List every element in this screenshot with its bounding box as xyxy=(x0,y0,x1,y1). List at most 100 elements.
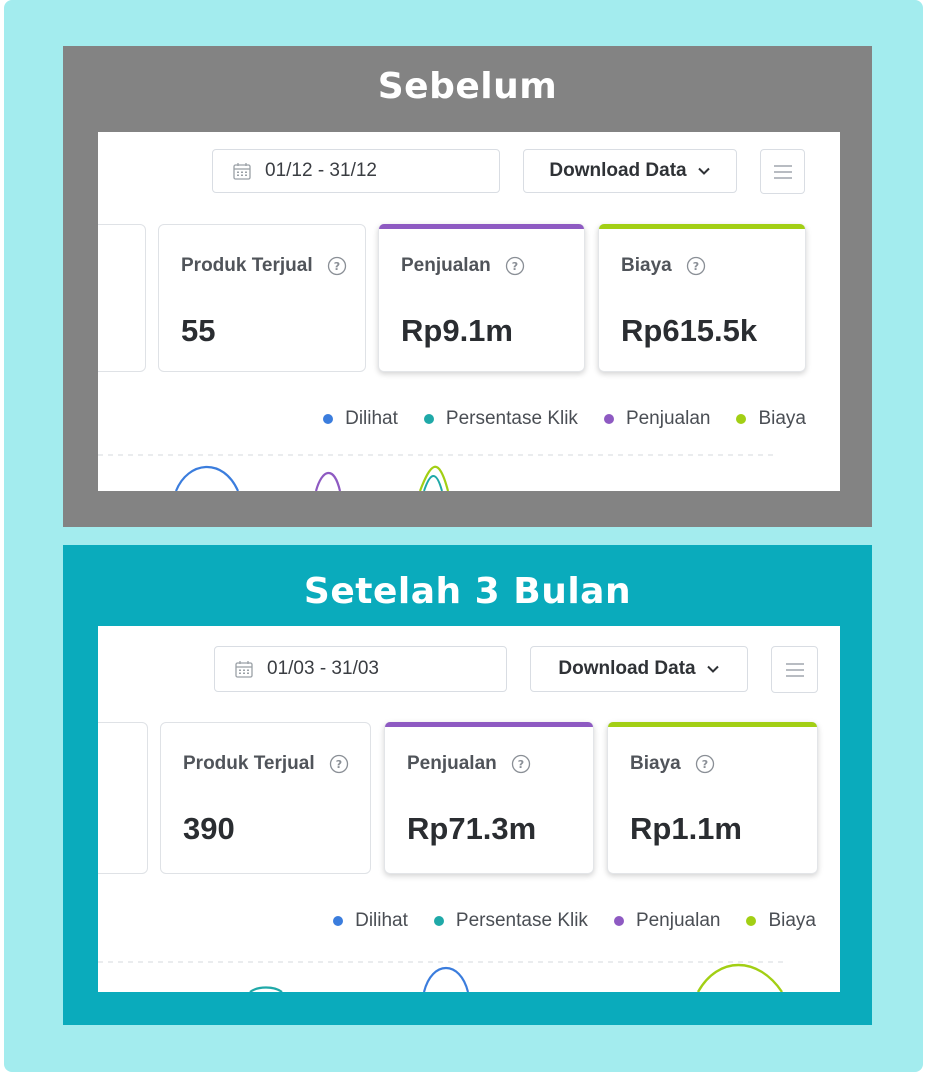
legend-label: Dilihat xyxy=(355,910,408,931)
dashboard-screenshot: 01/03 - 31/03 Download Data Produk Terju… xyxy=(98,626,840,992)
date-range-picker[interactable]: 01/03 - 31/03 xyxy=(214,646,507,692)
legend-dot xyxy=(603,414,614,424)
card-label: Biaya ? xyxy=(630,753,715,775)
help-circle-icon[interactable]: ? xyxy=(329,754,349,774)
metric-card-biaya[interactable]: Biaya ? Rp615.5k xyxy=(598,224,806,372)
download-data-button[interactable]: Download Data xyxy=(530,646,748,692)
legend-dot xyxy=(736,414,747,424)
panel-title: Sebelum xyxy=(377,66,558,107)
download-label: Download Data xyxy=(549,160,687,181)
card-accent-bar xyxy=(385,722,593,727)
card-label-text: Produk Terjual xyxy=(181,255,313,276)
svg-text:?: ? xyxy=(693,260,699,273)
card-label-text: Penjualan xyxy=(401,255,491,276)
card-label: Penjualan ? xyxy=(407,753,531,775)
panel-before: Sebelum 01/12 - 31/12 Download Data Prod… xyxy=(63,46,872,527)
background-frame: Sebelum 01/12 - 31/12 Download Data Prod… xyxy=(4,0,923,1072)
legend-label: Persentase Klik xyxy=(445,408,578,429)
help-circle-icon[interactable]: ? xyxy=(511,754,531,774)
card-value: 55 xyxy=(181,313,216,348)
menu-button[interactable] xyxy=(760,149,805,194)
metric-card-produk-terjual[interactable]: Produk Terjual ? 55 xyxy=(158,224,366,372)
card-value: 390 xyxy=(183,811,235,846)
legend-item-dilihat[interactable]: Dilihat xyxy=(333,910,408,932)
chart-preview xyxy=(98,961,788,992)
chart-preview xyxy=(98,454,778,491)
legend-label: Dilihat xyxy=(345,408,398,429)
card-label-text: Produk Terjual xyxy=(183,753,315,774)
svg-text:?: ? xyxy=(702,758,708,771)
svg-text:?: ? xyxy=(335,758,341,771)
legend-dot xyxy=(433,916,444,926)
dashboard-screenshot: 01/12 - 31/12 Download Data Produk Terju… xyxy=(98,132,840,491)
card-label: Biaya ? xyxy=(621,255,706,277)
metric-card-penjualan[interactable]: Penjualan ? Rp71.3m xyxy=(384,722,594,874)
metric-card-penjualan[interactable]: Penjualan ? Rp9.1m xyxy=(378,224,585,372)
svg-text:?: ? xyxy=(518,758,524,771)
card-label-text: Biaya xyxy=(630,753,681,774)
series-penjualan-line xyxy=(314,471,342,491)
series-persentase-line xyxy=(423,475,443,491)
calendar-icon xyxy=(233,162,251,180)
date-range-value: 01/03 - 31/03 xyxy=(267,658,379,679)
legend-label: Penjualan xyxy=(625,408,711,429)
help-circle-icon[interactable]: ? xyxy=(695,754,715,774)
date-range-value: 01/12 - 31/12 xyxy=(265,160,377,181)
card-value: Rp71.3m xyxy=(407,811,537,846)
calendar-icon xyxy=(235,660,253,678)
card-value: Rp615.5k xyxy=(621,313,758,348)
legend-dot xyxy=(333,916,344,926)
series-persentase-line xyxy=(249,986,283,992)
legend-label: Biaya xyxy=(768,910,816,931)
legend-item-penjualan[interactable]: Penjualan xyxy=(613,910,721,932)
card-accent-bar xyxy=(608,722,817,727)
svg-text:?: ? xyxy=(333,260,339,273)
legend-dot xyxy=(746,916,757,926)
chart-legend: Dilihat Persentase Klik Penjualan Biaya xyxy=(297,408,806,430)
legend-dot xyxy=(323,414,334,424)
legend-item-biaya[interactable]: Biaya xyxy=(746,910,816,932)
chevron-down-icon xyxy=(706,665,719,673)
card-value: Rp9.1m xyxy=(401,313,513,348)
date-range-picker[interactable]: 01/12 - 31/12 xyxy=(212,149,500,193)
series-biaya-line xyxy=(418,465,450,491)
card-label: Produk Terjual ? xyxy=(181,255,347,277)
metric-card-partial[interactable] xyxy=(98,224,146,372)
legend-dot xyxy=(613,916,624,926)
metric-card-biaya[interactable]: Biaya ? Rp1.1m xyxy=(607,722,818,874)
card-label: Produk Terjual ? xyxy=(183,753,349,775)
metric-card-produk-terjual[interactable]: Produk Terjual ? 390 xyxy=(160,722,371,874)
card-label: Penjualan ? xyxy=(401,255,525,277)
series-dilihat-line xyxy=(174,465,240,491)
chart-legend: Dilihat Persentase Klik Penjualan Biaya xyxy=(307,910,816,932)
panel-after: Setelah 3 Bulan 01/03 - 31/03 Download D… xyxy=(63,545,872,1025)
card-accent-bar xyxy=(379,224,584,229)
legend-label: Persentase Klik xyxy=(455,910,588,931)
legend-item-persentase-klik[interactable]: Persentase Klik xyxy=(433,910,588,932)
help-circle-icon[interactable]: ? xyxy=(686,256,706,276)
card-value: Rp1.1m xyxy=(630,811,742,846)
svg-text:?: ? xyxy=(512,260,518,273)
help-circle-icon[interactable]: ? xyxy=(327,256,347,276)
help-circle-icon[interactable]: ? xyxy=(505,256,525,276)
legend-item-penjualan[interactable]: Penjualan xyxy=(603,408,711,430)
series-biaya-line xyxy=(696,963,783,992)
legend-dot xyxy=(423,414,434,424)
chevron-down-icon xyxy=(697,167,710,175)
card-accent-bar xyxy=(599,224,805,229)
card-label-text: Biaya xyxy=(621,255,672,276)
menu-button[interactable] xyxy=(771,646,818,693)
legend-item-persentase-klik[interactable]: Persentase Klik xyxy=(423,408,578,430)
hamburger-menu-icon xyxy=(785,662,804,677)
metric-card-partial[interactable] xyxy=(98,722,148,874)
legend-label: Penjualan xyxy=(635,910,721,931)
series-dilihat-line xyxy=(422,966,470,992)
legend-item-dilihat[interactable]: Dilihat xyxy=(323,408,398,430)
download-label: Download Data xyxy=(558,658,696,679)
legend-item-biaya[interactable]: Biaya xyxy=(736,408,806,430)
hamburger-menu-icon xyxy=(773,164,792,179)
download-data-button[interactable]: Download Data xyxy=(523,149,737,193)
panel-title: Setelah 3 Bulan xyxy=(303,571,632,612)
legend-label: Biaya xyxy=(758,408,806,429)
card-label-text: Penjualan xyxy=(407,753,497,774)
